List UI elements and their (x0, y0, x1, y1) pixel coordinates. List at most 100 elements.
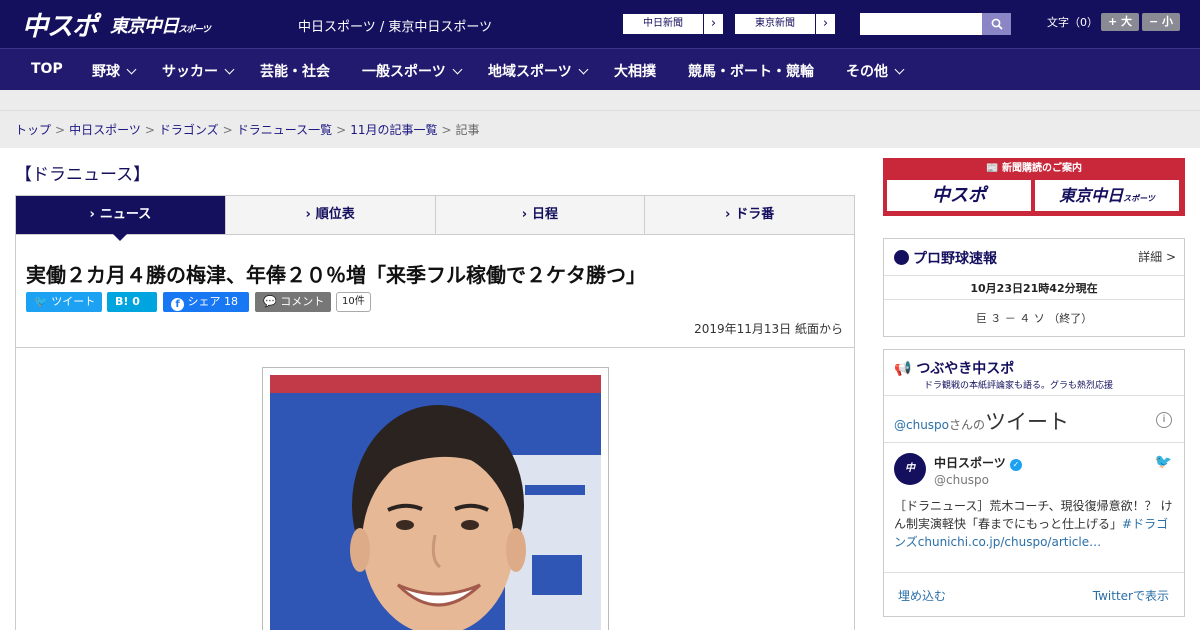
section-title: 【ドラニュース】 (15, 165, 151, 185)
breadcrumb-chuspo[interactable]: 中日スポーツ (69, 123, 141, 137)
search-button[interactable] (982, 13, 1011, 35)
account-handle[interactable]: @chuspo (934, 473, 989, 487)
game-result[interactable]: 巨 ３ － ４ ソ （終了） (884, 310, 1184, 326)
comment-count-badge[interactable]: 10件 (336, 292, 371, 312)
subscription-banner[interactable]: 📰 新聞購読のご案内 中スポ 東京中日スポーツ (883, 158, 1185, 216)
tweet-text: ［ドラニュース］荒木コーチ、現役復帰意欲！？ けん制実演軽快「春までにもっと仕上… (894, 497, 1176, 551)
divider (884, 299, 1184, 300)
font-smaller-button[interactable]: − 小 (1142, 13, 1180, 31)
breadcrumb-dragons[interactable]: ドラゴンズ (159, 123, 219, 137)
nav-item-other[interactable]: その他 (846, 61, 905, 81)
chevron-right-icon: › (521, 207, 528, 222)
tokyo-chunichi-logo[interactable]: 東京中日スポーツ (110, 12, 211, 38)
twitter-handle-link[interactable]: @chuspo (894, 418, 949, 432)
tab-label: ニュース (99, 207, 152, 222)
tokyo-chunichi-label: 東京中日 (1059, 186, 1124, 205)
twitter-bird-icon: 🐦 (34, 295, 48, 308)
font-size-label: 文字（0） (1047, 16, 1098, 29)
tokyo-shimbun-label: 東京新聞 (755, 18, 795, 29)
info-icon[interactable]: i (1156, 412, 1172, 428)
breadcrumb-band (0, 90, 1200, 148)
nav-item-top[interactable]: TOP (31, 61, 63, 77)
tab-standings[interactable]: › 順位表 (226, 196, 436, 234)
nav-item-soccer[interactable]: サッカー (162, 61, 235, 81)
account-name[interactable]: 中日スポーツ ✓ (934, 454, 1022, 471)
font-bigger-button[interactable]: + 大 (1101, 13, 1139, 31)
nav-item-regional-sports[interactable]: 地域スポーツ (488, 61, 589, 81)
site-name-link[interactable]: 中日スポーツ / 東京中日スポーツ (298, 16, 492, 35)
embed-link[interactable]: 埋め込む (898, 587, 946, 604)
nav-item-general-sports[interactable]: 一般スポーツ (362, 61, 463, 81)
tweet-button-label: ツイート (51, 295, 96, 308)
breadcrumb-top[interactable]: トップ (15, 123, 51, 137)
chuspo-logo[interactable]: 中スポ (22, 6, 98, 43)
chevron-down-icon (224, 64, 235, 75)
breadcrumb-separator: > (222, 123, 233, 137)
tokyo-chunichi-subscribe-link[interactable]: 東京中日スポーツ (1035, 180, 1179, 211)
tweet-button[interactable]: 🐦 ツイート (26, 292, 102, 312)
breadcrumb-separator: > (336, 123, 347, 137)
tweets-title: 📢 つぶやき中スポ (894, 358, 1014, 378)
nav-item-baseball[interactable]: 野球 (92, 61, 137, 81)
chevron-right-icon: › (89, 207, 95, 222)
tweet-link[interactable]: chunichi.co.jp/chuspo/article… (918, 535, 1101, 549)
hatena-icon: B! (115, 295, 129, 308)
nav-item-sumo[interactable]: 大相撲 (614, 61, 656, 81)
scores-title-text: プロ野球速報 (913, 251, 997, 267)
chevron-down-icon (452, 64, 463, 75)
breadcrumb-monthly[interactable]: 11月の記事一覧 (350, 123, 437, 137)
divider (884, 442, 1184, 443)
section-tabs: › ニュース › 順位表 › 日程 › ドラ番 (15, 195, 855, 241)
chunichi-shimbun-button[interactable]: 中日新聞 › (622, 13, 724, 35)
speech-bubble-icon: 💬 (263, 295, 277, 308)
tab-label: 日程 (532, 207, 559, 222)
tweets-header-big: ツイート (985, 410, 1070, 434)
nav-item-entertainment[interactable]: 芸能・社会 (260, 61, 330, 81)
twitter-bird-icon: 🐦 (1154, 454, 1172, 470)
chunichi-shimbun-label: 中日新聞 (643, 18, 683, 29)
search-box (860, 13, 1011, 35)
divider (16, 347, 854, 348)
hatena-bookmark-button[interactable]: B! 0 (107, 292, 157, 312)
player-portrait-image (270, 375, 601, 630)
breadcrumb-separator: > (55, 123, 66, 137)
search-input[interactable] (860, 13, 982, 35)
chevron-down-icon (894, 64, 905, 75)
tokyo-shimbun-button[interactable]: 東京新聞 › (734, 13, 836, 35)
tokyo-chunichi-logo-small: スポーツ (178, 25, 211, 35)
pro-baseball-scores-panel: プロ野球速報 詳細 > 10月23日21時42分現在 巨 ３ － ４ ソ （終了… (883, 238, 1185, 337)
account-name-text: 中日スポーツ (934, 456, 1006, 470)
breadcrumb-news-list[interactable]: ドラニュース一覧 (237, 123, 332, 137)
breadcrumb-separator: > (441, 123, 452, 137)
verified-icon: ✓ (1009, 459, 1022, 471)
article-photo[interactable] (270, 375, 601, 630)
search-icon (991, 18, 1003, 30)
chuspo-subscribe-link[interactable]: 中スポ (887, 180, 1031, 211)
chevron-right-icon: › (815, 14, 835, 34)
avatar[interactable]: 中 (894, 453, 926, 485)
divider (884, 395, 1184, 396)
facebook-share-button[interactable]: f シェア 18 (163, 292, 249, 312)
tab-reporter[interactable]: › ドラ番 (645, 196, 854, 234)
nav-item-label: 地域スポーツ (488, 64, 572, 80)
nav-item-label: 芸能・社会 (260, 64, 330, 80)
subscription-title-text: 新聞購読のご案内 (1001, 163, 1082, 174)
nav-item-racing[interactable]: 競馬・ボート・競輪 (688, 61, 814, 81)
nav-item-label: 競馬・ボート・競輪 (688, 64, 814, 80)
tab-schedule[interactable]: › 日程 (436, 196, 646, 234)
article: 実働２カ月４勝の梅津、年俸２０％増「来季フル稼働で２ケタ勝つ」 🐦 ツイート B… (15, 235, 855, 630)
handle-suffix: さんの (949, 418, 986, 432)
divider (0, 110, 1200, 111)
breadcrumb-current: 記事 (455, 123, 480, 137)
scores-title: プロ野球速報 (894, 248, 997, 268)
view-on-twitter-link[interactable]: Twitterで表示 (1093, 587, 1169, 604)
tweets-title-text: つぶやき中スポ (916, 361, 1015, 377)
nav-item-label: TOP (31, 61, 63, 77)
tab-news[interactable]: › ニュース (16, 196, 226, 241)
breadcrumb-separator: > (144, 123, 155, 137)
tokyo-chunichi-label-small: スポーツ (1123, 194, 1155, 203)
scores-detail-link[interactable]: 詳細 > (1138, 248, 1176, 265)
tab-label: ドラ番 (735, 207, 775, 222)
tweets-panel: 📢 つぶやき中スポ ドラ観戦の本紙評論家も語る。グラも熱烈応援 @chuspoさ… (883, 349, 1185, 617)
comment-button[interactable]: 💬 コメント (255, 292, 331, 312)
